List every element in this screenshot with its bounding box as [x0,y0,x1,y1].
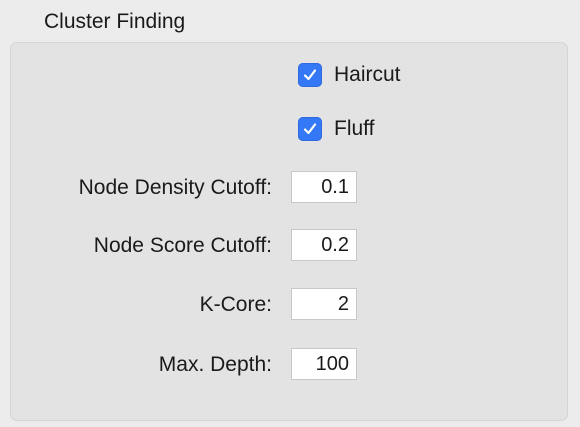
section-title: Cluster Finding [44,10,186,33]
fluff-checkbox[interactable] [298,117,322,141]
max-depth-input[interactable] [291,348,357,380]
fluff-label[interactable]: Fluff [334,116,374,142]
node-density-cutoff-label: Node Density Cutoff: [78,176,272,199]
haircut-checkbox-row[interactable]: Haircut [298,62,401,88]
haircut-label[interactable]: Haircut [334,62,401,88]
haircut-checkbox[interactable] [298,63,322,87]
max-depth-label: Max. Depth: [158,353,272,376]
cluster-finding-group [10,42,568,421]
checkmark-icon [303,123,317,135]
fluff-checkbox-row[interactable]: Fluff [298,116,374,142]
k-core-input[interactable] [291,288,357,320]
node-score-cutoff-input[interactable] [291,229,357,261]
node-score-cutoff-label: Node Score Cutoff: [93,234,272,257]
checkmark-icon [303,69,317,81]
k-core-label: K-Core: [199,293,272,316]
node-density-cutoff-input[interactable] [291,171,357,203]
